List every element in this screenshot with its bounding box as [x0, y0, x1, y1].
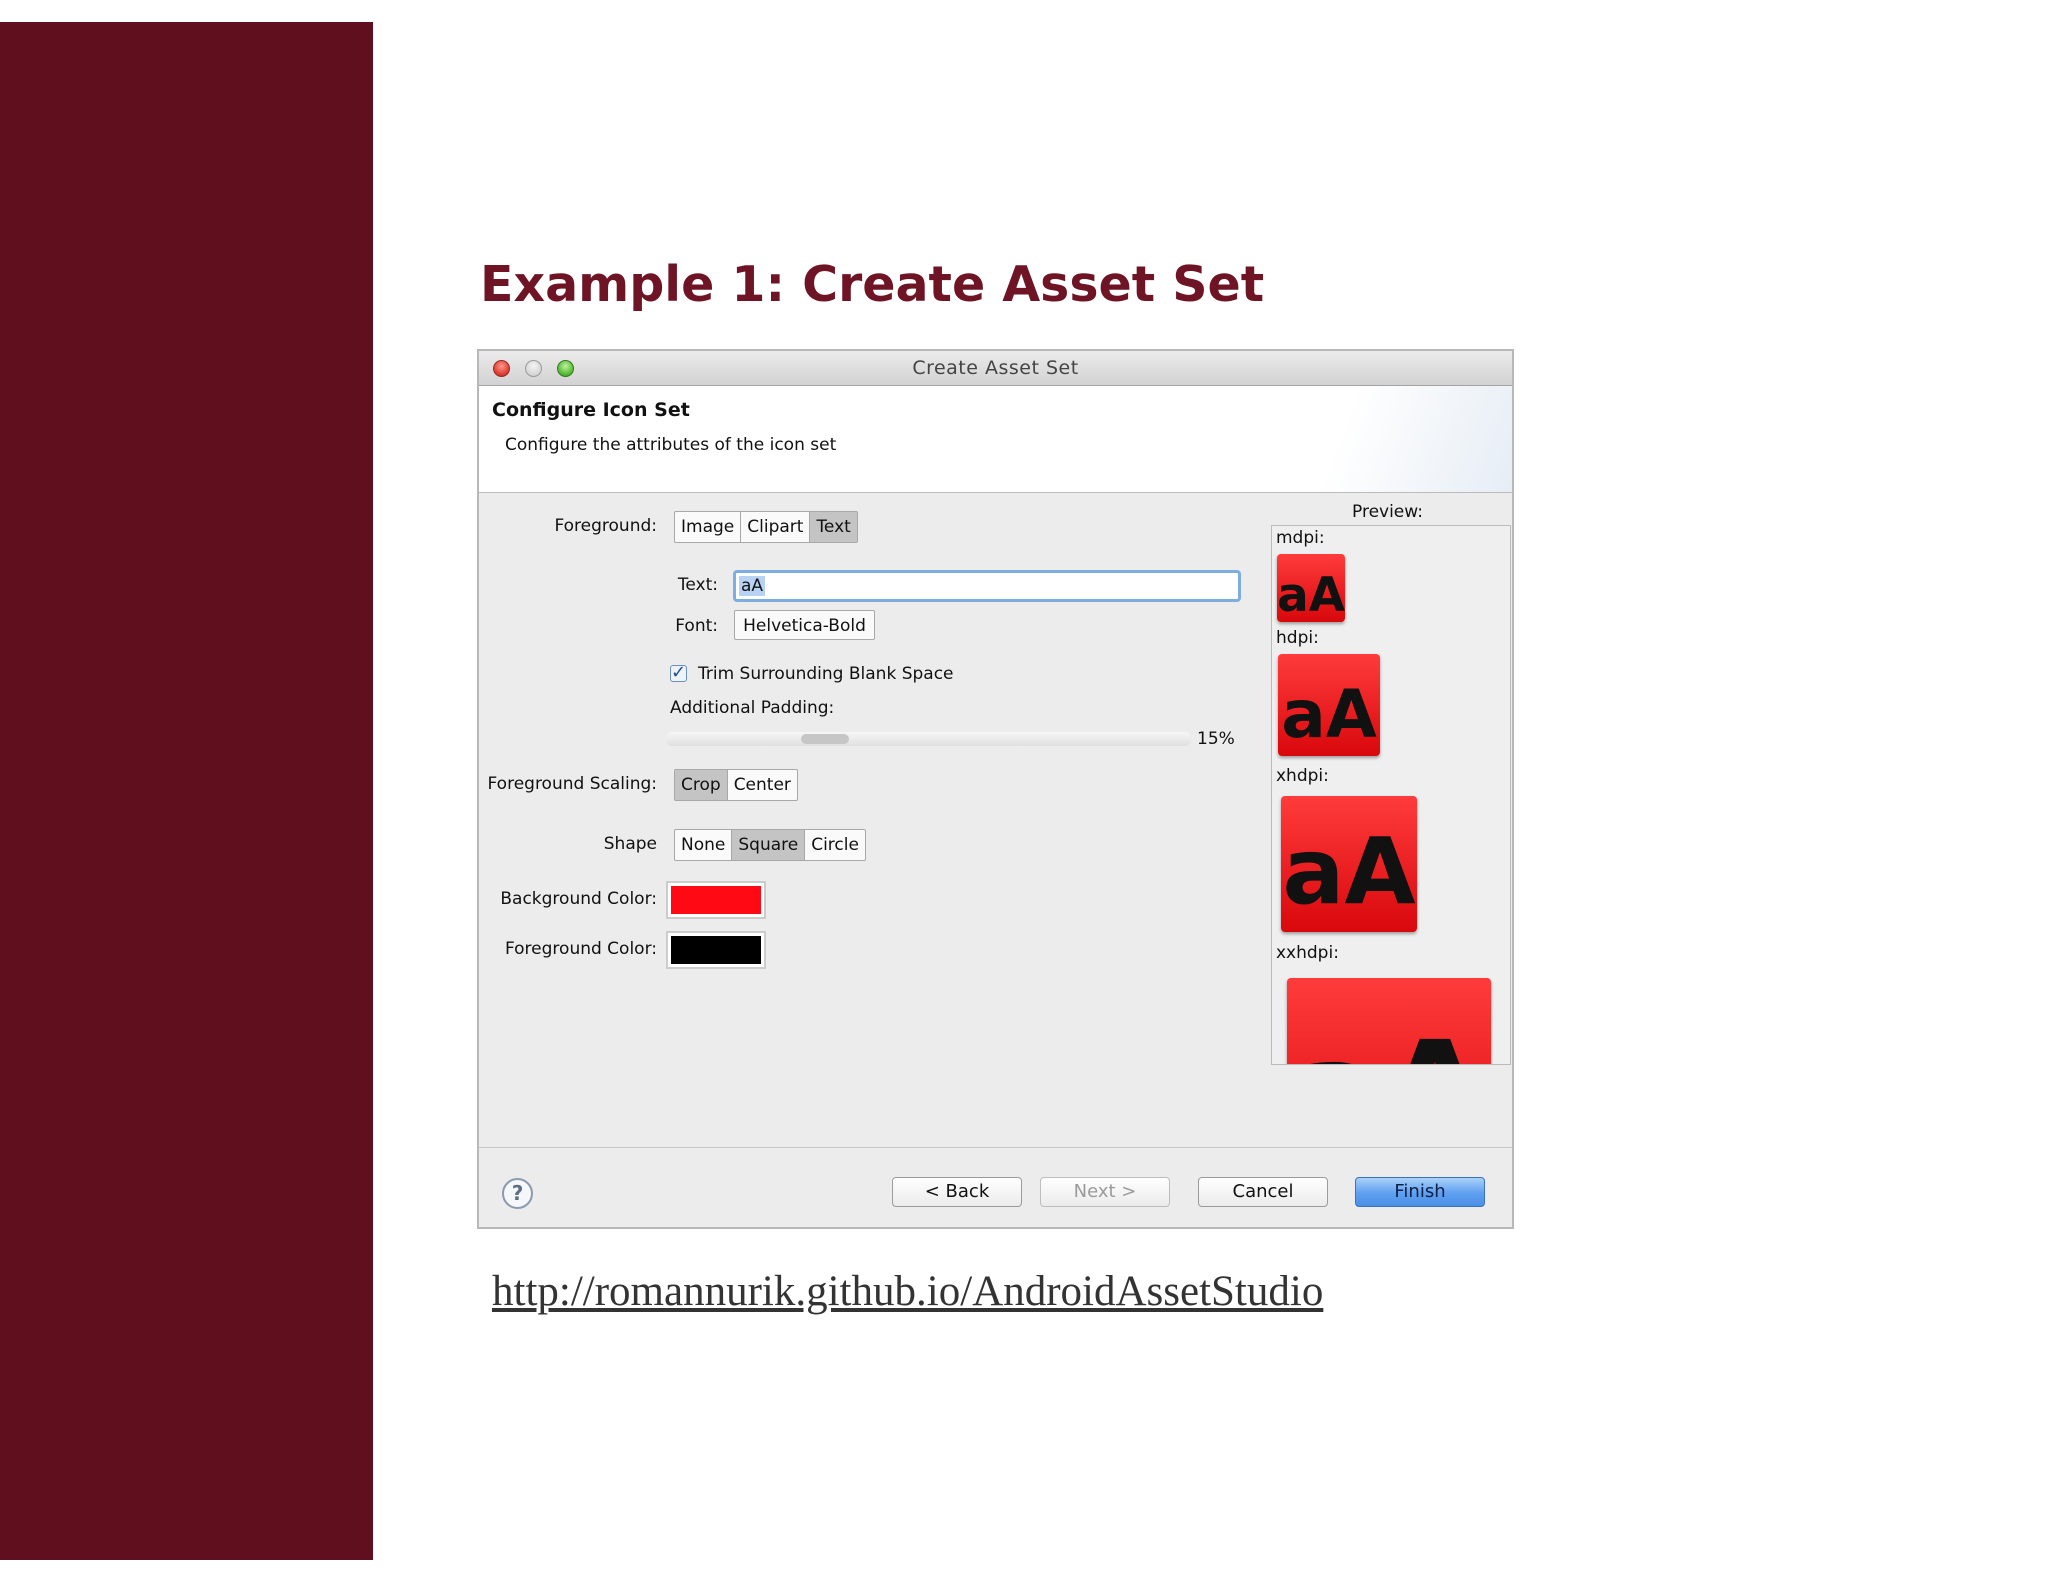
- foreground-label: Foreground:: [554, 516, 657, 536]
- trim-label: Trim Surrounding Blank Space: [698, 664, 954, 684]
- slide-sidebar: [0, 22, 373, 1560]
- wizard-page-description: Configure the attributes of the icon set: [505, 435, 837, 455]
- padding-slider-thumb[interactable]: [801, 734, 849, 744]
- font-label: Font:: [675, 616, 718, 636]
- text-label: Text:: [677, 575, 718, 595]
- window-title: Create Asset Set: [912, 357, 1079, 379]
- foreground-color-swatch[interactable]: [666, 931, 766, 969]
- preview-mdpi-label: mdpi:: [1276, 528, 1325, 548]
- foreground-option-image[interactable]: Image: [675, 512, 742, 542]
- preview-xxhdpi-label: xxhdpi:: [1276, 943, 1339, 963]
- scaling-option-crop[interactable]: Crop: [675, 770, 728, 800]
- font-picker-button[interactable]: Helvetica-Bold: [734, 610, 875, 640]
- padding-label: Additional Padding:: [670, 698, 835, 718]
- background-color-label: Background Color:: [500, 889, 657, 909]
- finish-button[interactable]: Finish: [1355, 1177, 1485, 1207]
- padding-value: 15%: [1197, 729, 1235, 749]
- preview-panel: mdpi: aA hdpi: aA xhdpi: aA xxhdpi: aA: [1271, 525, 1511, 1065]
- foreground-scaling-label: Foreground Scaling:: [487, 774, 658, 794]
- shape-option-circle[interactable]: Circle: [805, 830, 865, 860]
- background-color-fill: [671, 886, 761, 914]
- preview-hdpi-icon: aA: [1278, 654, 1380, 756]
- foreground-option-clipart[interactable]: Clipart: [741, 512, 811, 542]
- preview-xxhdpi-icon: aA: [1287, 978, 1491, 1064]
- foreground-segmented-control: Image Clipart Text: [674, 511, 858, 543]
- checkmark-icon: ✓: [671, 662, 687, 683]
- preview-label: Preview:: [1352, 502, 1423, 522]
- shape-option-square[interactable]: Square: [732, 830, 806, 860]
- shape-segmented-control: None Square Circle: [674, 829, 866, 861]
- wizard-footer: ? < Back Next > Cancel Finish: [479, 1147, 1512, 1227]
- foreground-color-label: Foreground Color:: [504, 939, 657, 959]
- asset-studio-link[interactable]: http://romannurik.github.io/AndroidAsset…: [492, 1267, 1323, 1316]
- preview-xhdpi-icon: aA: [1281, 796, 1417, 932]
- preview-mdpi-icon: aA: [1277, 554, 1345, 622]
- slide-title: Example 1: Create Asset Set: [480, 256, 1265, 313]
- background-color-swatch[interactable]: [666, 881, 766, 919]
- preview-xhdpi-label: xhdpi:: [1276, 766, 1329, 786]
- next-button[interactable]: Next >: [1040, 1177, 1170, 1207]
- back-button[interactable]: < Back: [892, 1177, 1022, 1207]
- wizard-page-title: Configure Icon Set: [492, 399, 690, 421]
- create-asset-set-dialog: Create Asset Set Configure Icon Set Conf…: [477, 349, 1514, 1229]
- window-titlebar: Create Asset Set: [479, 351, 1512, 386]
- text-input[interactable]: aA: [733, 570, 1241, 602]
- foreground-option-text[interactable]: Text: [810, 512, 857, 542]
- scaling-option-center[interactable]: Center: [728, 770, 797, 800]
- wizard-header: Configure Icon Set Configure the attribu…: [479, 386, 1512, 493]
- preview-hdpi-label: hdpi:: [1276, 628, 1319, 648]
- foreground-scaling-segmented-control: Crop Center: [674, 769, 798, 801]
- padding-slider[interactable]: [666, 732, 1191, 746]
- foreground-color-fill: [671, 936, 761, 964]
- cancel-button[interactable]: Cancel: [1198, 1177, 1328, 1207]
- shape-option-none[interactable]: None: [675, 830, 733, 860]
- trim-checkbox[interactable]: ✓: [670, 662, 687, 683]
- text-input-value: aA: [739, 576, 766, 596]
- help-icon[interactable]: ?: [502, 1178, 533, 1209]
- shape-label: Shape: [603, 834, 657, 854]
